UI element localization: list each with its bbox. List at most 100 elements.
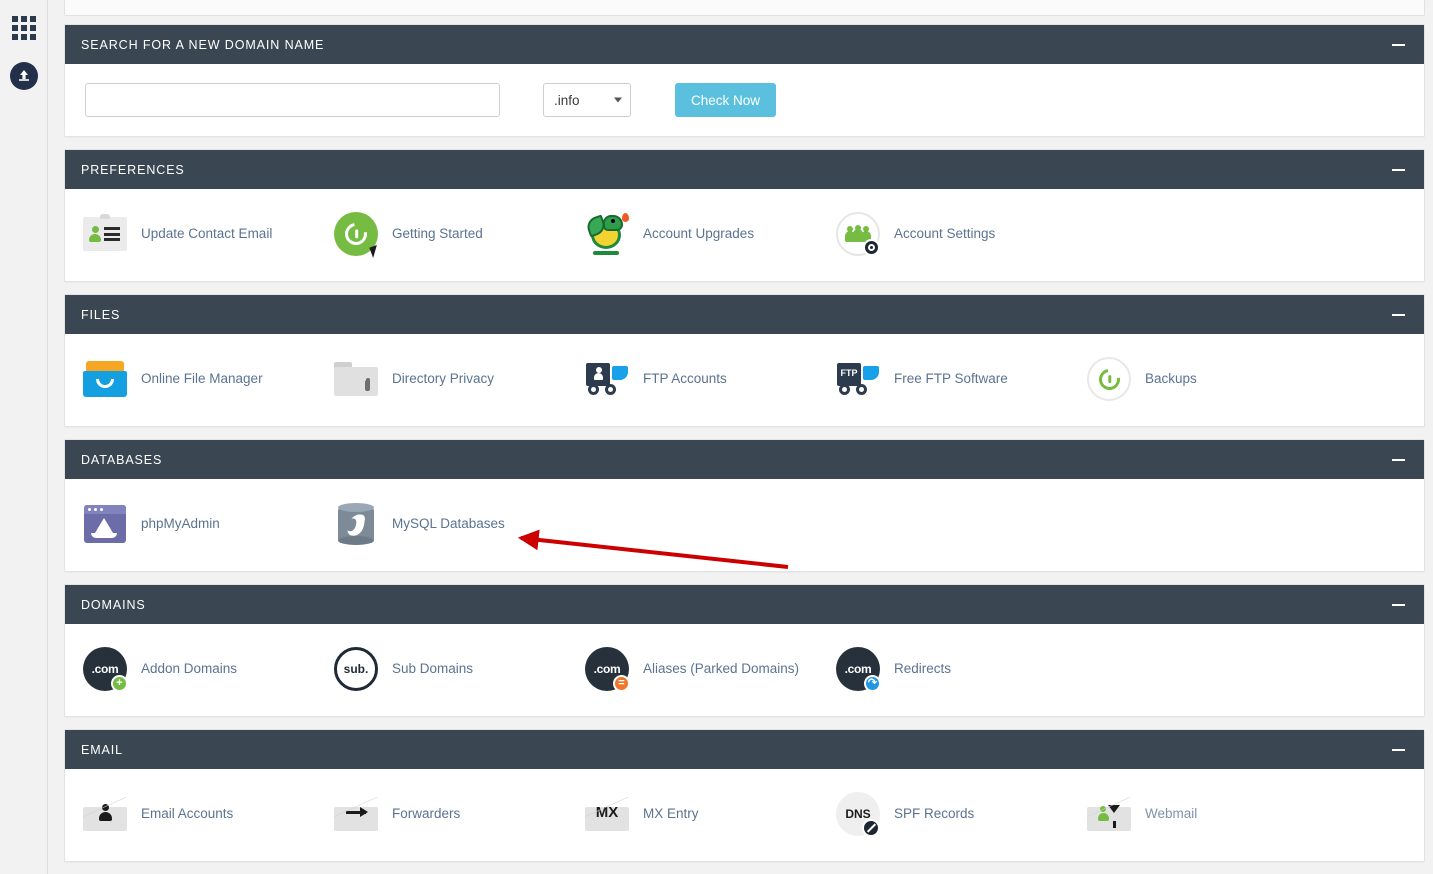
item-online-file-manager[interactable]: Online File Manager [65,348,316,410]
section-items-domains: .com + Addon Domains sub. Sub Domains .com = Al… [65,624,1424,716]
forwarders-icon [332,790,380,838]
section-header-preferences: PREFERENCES [65,150,1424,189]
collapse-email-button[interactable] [1390,742,1406,758]
item-label: Getting Started [392,225,483,241]
item-forwarders[interactable]: Forwarders [316,783,567,845]
item-ftp-accounts[interactable]: FTP Accounts [567,348,818,410]
item-label: Addon Domains [141,660,238,676]
item-spf-records[interactable]: DNS SPF Records [818,783,1069,845]
item-label: Update Contact Email [141,225,273,241]
contact-card-icon [81,210,129,258]
item-label: Email Accounts [141,805,234,821]
item-webmail[interactable]: Webmail [1069,783,1320,845]
item-label: Forwarders [392,805,461,821]
collapse-preferences-button[interactable] [1390,162,1406,178]
apps-grid-glyph [11,16,36,40]
folder-lock-icon [332,355,380,403]
item-account-upgrades[interactable]: Account Upgrades [567,203,818,265]
collapse-search-panel-button[interactable] [1390,37,1406,53]
item-email-accounts[interactable]: Email Accounts [65,783,316,845]
item-label: Backups [1145,370,1197,386]
email-accounts-icon [81,790,129,838]
aliases-icon: .com = [583,645,631,693]
webmail-icon [1085,790,1133,838]
main-content: SEARCH FOR A NEW DOMAIN NAME .info Check… [48,0,1433,874]
search-panel-header: SEARCH FOR A NEW DOMAIN NAME [65,25,1424,64]
backups-clock-icon [1085,355,1133,403]
left-sidebar [0,0,48,874]
cpanel-page: SEARCH FOR A NEW DOMAIN NAME .info Check… [0,0,1433,874]
section-panel-files: FILES Online File Manager Directory Privac… [64,294,1425,427]
item-directory-privacy[interactable]: Directory Privacy [316,348,567,410]
sub-domains-icon: sub. [332,645,380,693]
section-panel-databases: DATABASES phpMyAdmin MySQL Databases [64,439,1425,572]
item-update-contact-email[interactable]: Update Contact Email [65,203,316,265]
item-mysql-databases[interactable]: MySQL Databases [316,493,567,555]
tld-select-value: .info [554,92,580,108]
item-phpmyadmin[interactable]: phpMyAdmin [65,493,316,555]
section-header-email: EMAIL [65,730,1424,769]
file-manager-icon [81,355,129,403]
section-items-files: Online File Manager Directory Privacy FTP … [65,334,1424,426]
ftp-software-icon: FTP [834,355,882,403]
section-header-files: FILES [65,295,1424,334]
domain-search-input[interactable] [85,83,500,117]
section-title-email: EMAIL [81,742,124,757]
item-free-ftp-software[interactable]: FTP Free FTP Software [818,348,1069,410]
item-backups[interactable]: Backups [1069,348,1320,410]
spf-records-icon: DNS [834,790,882,838]
item-label: MySQL Databases [392,515,505,531]
item-label: Free FTP Software [894,370,1008,386]
chevron-down-icon [614,97,622,103]
section-header-domains: DOMAINS [65,585,1424,624]
item-label: Online File Manager [141,370,263,386]
item-label: Sub Domains [392,660,474,676]
apps-grid-icon[interactable] [0,4,48,52]
upload-icon[interactable] [0,52,48,100]
item-label: Account Upgrades [643,225,755,241]
item-label: Directory Privacy [392,370,495,386]
mx-entry-icon: MX [583,790,631,838]
ftp-truck-icon [583,355,631,403]
section-title-databases: DATABASES [81,452,163,467]
item-label: FTP Accounts [643,370,727,386]
account-settings-icon [834,210,882,258]
search-panel-title: SEARCH FOR A NEW DOMAIN NAME [81,37,325,52]
item-addon-domains[interactable]: .com + Addon Domains [65,638,316,700]
tld-select[interactable]: .info [543,83,631,117]
item-redirects[interactable]: .com ↷ Redirects [818,638,1069,700]
collapse-domains-button[interactable] [1390,597,1406,613]
item-label: Account Settings [894,225,996,241]
check-now-button[interactable]: Check Now [675,83,777,117]
section-panel-preferences: PREFERENCES Update Contact Email Getting S… [64,149,1425,282]
item-label: Aliases (Parked Domains) [643,660,800,676]
search-domain-panel: SEARCH FOR A NEW DOMAIN NAME .info Check… [64,24,1425,137]
phpmyadmin-icon [81,500,129,548]
section-header-databases: DATABASES [65,440,1424,479]
clipped-top-panel [64,0,1425,16]
section-title-files: FILES [81,307,121,322]
section-items-email: Email Accounts Forwarders MX MX Entry DNS SPF… [65,769,1424,861]
search-panel-body: .info Check Now [65,64,1424,136]
upload-circle-glyph [9,62,38,90]
collapse-databases-button[interactable] [1390,452,1406,468]
redirects-icon: .com ↷ [834,645,882,693]
item-label: Redirects [894,660,952,676]
item-label: SPF Records [894,805,975,821]
item-sub-domains[interactable]: sub. Sub Domains [316,638,567,700]
section-panel-domains: DOMAINS .com + Addon Domains sub. Sub Domains… [64,584,1425,717]
section-title-preferences: PREFERENCES [81,162,185,177]
section-panel-email: EMAIL Email Accounts Forwarders MX MX Entry D… [64,729,1425,862]
item-aliases-parked-domains[interactable]: .com = Aliases (Parked Domains) [567,638,818,700]
addon-domains-icon: .com + [81,645,129,693]
section-title-domains: DOMAINS [81,597,146,612]
section-items-preferences: Update Contact Email Getting Started Accou… [65,189,1424,281]
item-account-settings[interactable]: Account Settings [818,203,1069,265]
collapse-files-button[interactable] [1390,307,1406,323]
section-items-databases: phpMyAdmin MySQL Databases [65,479,1424,571]
item-label: phpMyAdmin [141,515,220,531]
item-getting-started[interactable]: Getting Started [316,203,567,265]
item-mx-entry[interactable]: MX MX Entry [567,783,818,845]
getting-started-icon [332,210,381,259]
item-label: Webmail [1145,805,1198,821]
